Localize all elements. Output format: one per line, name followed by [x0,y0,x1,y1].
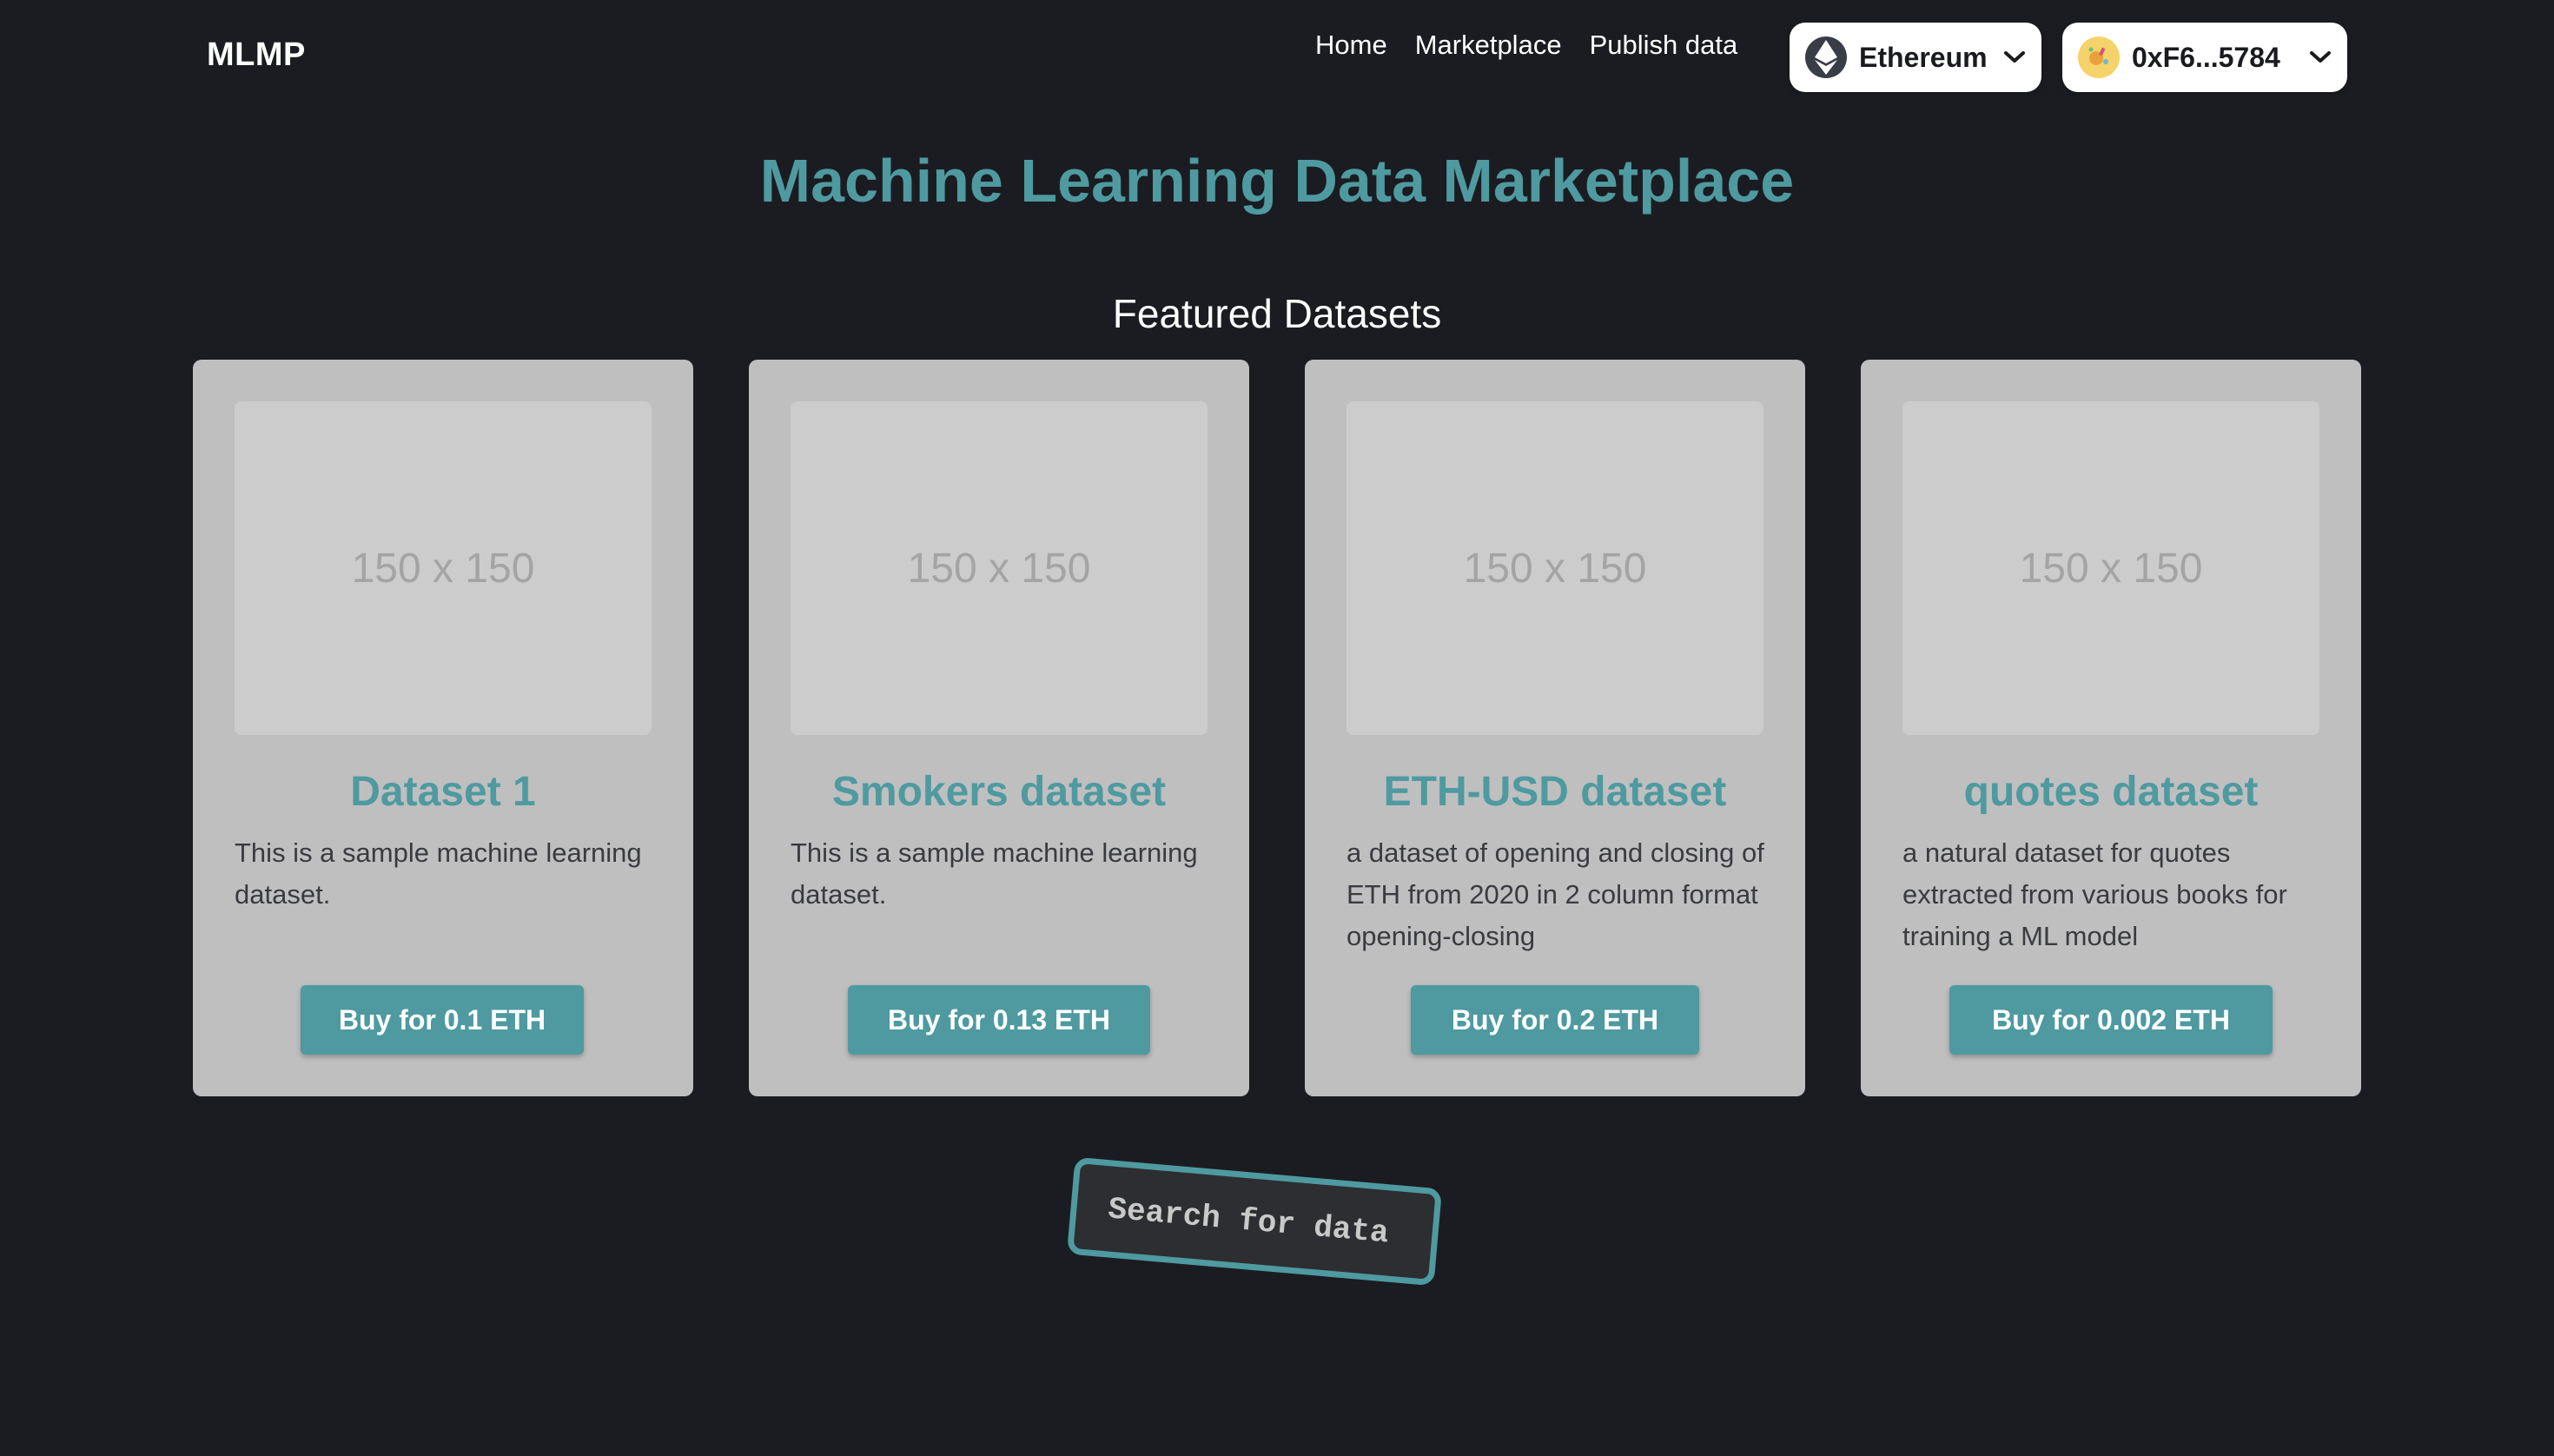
avatar-icon [2078,36,2120,78]
dataset-image-placeholder: 150 x 150 [1346,401,1763,735]
section-title: Featured Datasets [1112,291,1442,336]
account-button[interactable]: 0xF6...5784 [2062,23,2347,92]
buy-button[interactable]: Buy for 0.2 ETH [1411,985,1699,1055]
dataset-description: a dataset of opening and closing of ETH … [1346,837,1764,951]
dataset-title: ETH-USD dataset [1383,769,1727,815]
dataset-image-placeholder: 150 x 150 [791,401,1208,735]
page-title: Machine Learning Data Marketplace [759,147,1795,215]
dataset-image-placeholder: 150 x 150 [235,401,652,735]
nav-marketplace-link[interactable]: Marketplace [1415,30,1562,61]
ethereum-icon [1805,36,1847,78]
dataset-card: 150 x 150 Smokers dataset This is a samp… [749,360,1249,1096]
dataset-description: This is a sample machine learning datase… [235,837,642,910]
buy-button[interactable]: Buy for 0.1 ETH [301,985,584,1055]
nav-publish-link[interactable]: Publish data [1590,30,1738,61]
brand-logo[interactable]: MLMP [207,36,306,74]
network-label: Ethereum [1859,41,1988,73]
account-address: 0xF6...5784 [2132,41,2280,73]
search-box [1066,1156,1443,1287]
dataset-card: 150 x 150 Dataset 1 This is a sample mac… [193,360,693,1096]
nav-home-link[interactable]: Home [1315,30,1387,61]
dataset-description: This is a sample machine learning datase… [791,837,1198,910]
dataset-card: 150 x 150 quotes dataset a natural datas… [1861,360,2361,1096]
top-nav: Home Marketplace Publish data [1315,26,1737,64]
dataset-description: a natural dataset for quotes extracted f… [1902,837,2287,951]
dataset-title: Smokers dataset [831,769,1167,815]
chevron-down-icon [2003,50,2026,64]
search-input[interactable] [1066,1156,1443,1287]
dataset-card: 150 x 150 ETH-USD dataset a dataset of o… [1305,360,1805,1096]
dataset-image-placeholder: 150 x 150 [1902,401,2319,735]
dataset-title: Dataset 1 [350,769,536,815]
dataset-title: quotes dataset [1963,769,2259,815]
network-selector-button[interactable]: Ethereum [1790,23,2041,92]
buy-button[interactable]: Buy for 0.13 ETH [848,985,1150,1055]
buy-button[interactable]: Buy for 0.002 ETH [1949,985,2273,1055]
chevron-down-icon [2309,50,2332,64]
